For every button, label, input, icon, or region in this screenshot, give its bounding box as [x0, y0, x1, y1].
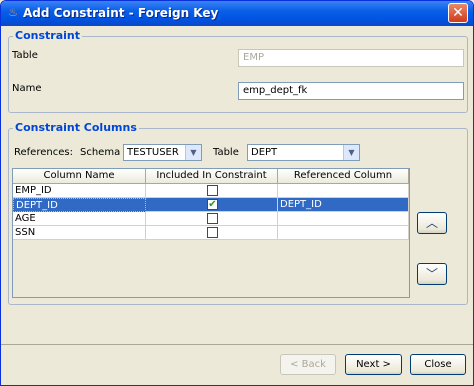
included-checkbox[interactable]: ✔: [207, 199, 218, 210]
referenced-column-cell[interactable]: [278, 184, 409, 198]
column-header-referenced[interactable]: Referenced Column: [278, 169, 409, 184]
chevron-down-icon: ▼: [185, 145, 201, 160]
schema-value: TESTUSER: [127, 147, 179, 158]
included-checkbox[interactable]: [207, 185, 218, 196]
footer-divider: [1, 344, 473, 345]
column-header-included[interactable]: Included In Constraint: [146, 169, 278, 184]
move-down-button[interactable]: ﹀: [417, 263, 447, 285]
schema-label: Schema: [80, 147, 121, 158]
java-cup-icon: ♨: [8, 6, 18, 19]
ref-table-label: Table: [213, 147, 239, 158]
column-header-name[interactable]: Column Name: [13, 169, 146, 184]
move-up-button[interactable]: ︿: [417, 212, 447, 234]
table-row[interactable]: AGE: [13, 212, 409, 226]
schema-select[interactable]: TESTUSER ▼: [123, 144, 202, 161]
chevron-down-icon: ▼: [343, 145, 359, 160]
ref-table-value: DEPT: [251, 147, 278, 158]
title-bar[interactable]: ♨ Add Constraint - Foreign Key ✕: [1, 1, 473, 26]
add-constraint-dialog: ♨ Add Constraint - Foreign Key ✕ Constra…: [0, 0, 474, 386]
table-row[interactable]: DEPT_ID ✔ DEPT_ID: [13, 198, 409, 212]
window-close-button[interactable]: ✕: [448, 3, 468, 23]
constraint-group: Constraint: [8, 29, 468, 113]
included-checkbox[interactable]: [207, 227, 218, 238]
table-header: Column Name Included In Constraint Refer…: [13, 169, 409, 184]
chevron-down-icon: ﹀: [425, 267, 438, 281]
column-name-cell[interactable]: EMP_ID: [13, 184, 146, 198]
referenced-column-cell[interactable]: DEPT_ID: [278, 198, 409, 212]
included-cell[interactable]: ✔: [146, 198, 278, 212]
column-name-cell[interactable]: AGE: [13, 212, 146, 226]
constraint-columns-legend: Constraint Columns: [13, 121, 139, 134]
table-label: Table: [12, 50, 38, 61]
name-label: Name: [12, 83, 42, 94]
constraint-legend: Constraint: [13, 29, 82, 42]
table-row[interactable]: SSN: [13, 226, 409, 240]
window-title: Add Constraint - Foreign Key: [23, 6, 219, 20]
referenced-column-cell[interactable]: [278, 226, 409, 240]
included-cell[interactable]: [146, 184, 278, 198]
name-field[interactable]: emp_dept_fk: [238, 82, 464, 100]
close-button[interactable]: Close: [410, 354, 466, 375]
chevron-up-icon: ︿: [425, 216, 438, 230]
included-cell[interactable]: [146, 226, 278, 240]
columns-table: Column Name Included In Constraint Refer…: [12, 168, 410, 298]
included-checkbox[interactable]: [207, 213, 218, 224]
column-name-cell[interactable]: SSN: [13, 226, 146, 240]
table-row[interactable]: EMP_ID: [13, 184, 409, 198]
back-button[interactable]: < Back: [280, 354, 336, 375]
included-cell[interactable]: [146, 212, 278, 226]
references-label: References:: [14, 147, 73, 158]
table-field: EMP: [238, 49, 464, 67]
column-name-cell[interactable]: DEPT_ID: [13, 198, 146, 212]
close-icon: ✕: [452, 5, 464, 21]
next-button[interactable]: Next >: [345, 354, 402, 375]
referenced-column-cell[interactable]: [278, 212, 409, 226]
ref-table-select[interactable]: DEPT ▼: [247, 144, 360, 161]
